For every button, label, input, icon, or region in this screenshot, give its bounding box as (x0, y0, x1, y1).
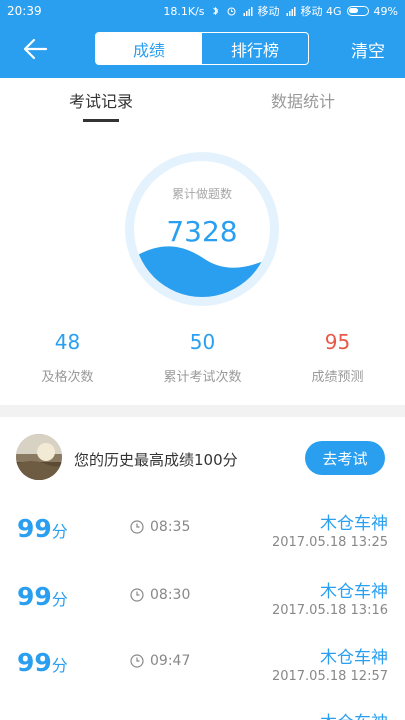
segmented-control: 成绩 排行榜 (95, 32, 309, 65)
list-item[interactable]: 99分 08:30 木仓车神 2017.05.18 13:16 (0, 566, 405, 632)
record-username: 木仓车神 (320, 514, 388, 534)
record-username: 木仓车神 (320, 582, 388, 602)
take-exam-button[interactable]: 去考试 (305, 441, 385, 475)
record-duration: 08:35 (150, 519, 191, 535)
tab-bar: 考试记录 数据统计 (0, 78, 405, 124)
record-username: 木仓车神 (320, 648, 388, 668)
alarm-icon (227, 7, 236, 16)
record-score: 99分 (17, 648, 68, 677)
stat-prediction-label: 成绩预测 (311, 370, 364, 385)
network-speed: 18.1K/s (163, 4, 205, 18)
record-date: 2017.05.18 13:16 (271, 603, 388, 618)
clear-button[interactable]: 清空 (351, 37, 385, 62)
back-button[interactable] (18, 34, 52, 64)
stat-prediction: 95 成绩预测 (270, 330, 405, 385)
signal-icon (243, 7, 253, 16)
clock-icon (130, 520, 144, 534)
score-number: 99 (17, 514, 52, 543)
progress-gauge: 累计做题数 7328 (121, 148, 283, 310)
score-number: 99 (17, 582, 52, 611)
score-unit: 分 (51, 522, 68, 541)
section-divider (0, 405, 405, 417)
list-item[interactable]: 99分 09:47 木仓车神 2017.05.18 12:57 (0, 632, 405, 698)
status-time: 20:39 (7, 4, 42, 18)
signal-icon-2 (286, 7, 296, 16)
carrier-1: 移动 (257, 5, 280, 18)
tab-data-stats[interactable]: 数据统计 (202, 78, 404, 124)
clock-icon (130, 588, 144, 602)
clock-icon (130, 654, 144, 668)
best-score-row: 您的历史最高成绩100分 去考试 (0, 430, 405, 484)
list-item[interactable]: 木仓车神 (0, 698, 405, 720)
stat-prediction-value: 95 (324, 330, 351, 354)
score-number: 99 (17, 648, 52, 677)
list-item[interactable]: 99分 08:35 木仓车神 2017.05.18 13:25 (0, 498, 405, 564)
bluetooth-icon (212, 6, 218, 16)
status-bar: 20:39 18.1K/s 移动 移动 4G 49% (0, 0, 405, 22)
best-score-text: 您的历史最高成绩100分 (74, 451, 238, 469)
score-unit: 分 (51, 656, 68, 675)
battery-level: 49% (373, 4, 398, 18)
record-date: 2017.05.18 12:57 (271, 669, 388, 684)
record-score: 99分 (17, 514, 68, 543)
stat-passed-value: 48 (54, 330, 81, 354)
segment-ranking[interactable]: 排行榜 (202, 33, 308, 64)
gauge-label: 累计做题数 (172, 186, 232, 201)
stat-total-exams: 50 累计考试次数 (135, 330, 270, 385)
record-duration: 09:47 (150, 653, 191, 669)
carrier-2: 移动 4G (300, 5, 342, 18)
back-arrow-icon (23, 38, 48, 60)
segment-scores[interactable]: 成绩 (96, 33, 202, 64)
record-duration: 08:30 (150, 587, 191, 603)
nav-bar: 成绩 排行榜 清空 (0, 22, 405, 76)
stat-total-exams-label: 累计考试次数 (163, 370, 242, 385)
score-unit: 分 (51, 590, 68, 609)
record-score: 99分 (17, 582, 68, 611)
stat-passed: 48 及格次数 (0, 330, 135, 385)
stats-row: 48 及格次数 50 累计考试次数 95 成绩预测 (0, 330, 405, 385)
stat-total-exams-value: 50 (189, 330, 216, 354)
record-date: 2017.05.18 13:25 (271, 535, 388, 550)
record-username: 木仓车神 (320, 708, 388, 720)
avatar[interactable] (16, 434, 62, 480)
tab-exam-records[interactable]: 考试记录 (0, 78, 202, 124)
gauge-value: 7328 (166, 215, 237, 248)
battery-icon (346, 6, 369, 16)
stat-passed-label: 及格次数 (41, 370, 94, 385)
